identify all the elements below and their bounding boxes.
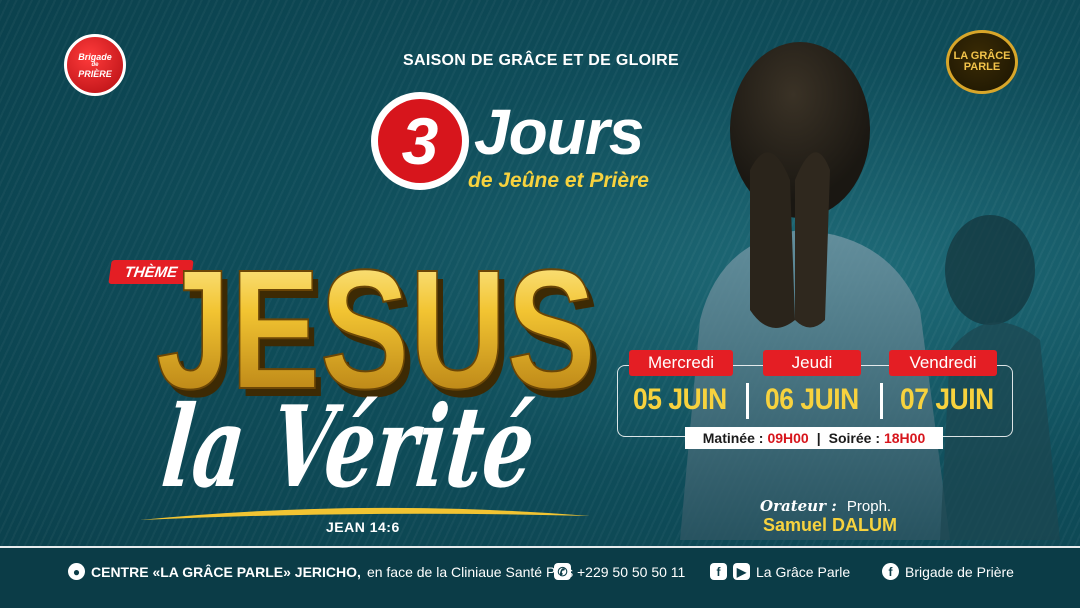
day-label-thursday: Jeudi: [763, 350, 861, 376]
footer-phone: ✆ +229 50 50 50 11: [554, 563, 685, 580]
theme-title-script: la Vérité: [157, 368, 592, 518]
season-heading: SAISON DE GRÂCE ET DE GLOIRE: [403, 52, 679, 69]
speaker-role: Proph.: [846, 498, 892, 515]
days-number: 3: [378, 99, 462, 183]
date-06-juin: 06 JUIN: [765, 383, 859, 416]
footer-bar: ● CENTRE «LA GRÂCE PARLE» JERICHO, en fa…: [0, 546, 1080, 608]
times-separator: |: [816, 430, 821, 446]
days-number-badge: 3: [371, 92, 469, 190]
location-name: CENTRE «LA GRÂCE PARLE» JERICHO,: [91, 563, 361, 580]
day-label-friday: Vendredi: [889, 350, 997, 376]
speaker-label: Orateur : Proph.: [760, 497, 891, 515]
footer-location: ● CENTRE «LA GRÂCE PARLE» JERICHO, en fa…: [68, 563, 573, 580]
facebook-icon: f: [710, 563, 727, 580]
facebook-icon: f: [882, 563, 899, 580]
speaker-name: Samuel DALUM: [763, 515, 898, 535]
phone-icon: ✆: [554, 563, 571, 580]
footer-social-brigade: f Brigade de Prière: [882, 563, 1014, 580]
location-pin-icon: ●: [68, 563, 85, 580]
speaker-label-text: Orateur :: [760, 497, 837, 515]
la-grace-parle-logo: LA GRÂCE PARLE: [946, 30, 1018, 94]
location-detail: en face de la Cliniaue Santé Plus: [366, 563, 574, 580]
phone-number: +229 50 50 50 11: [577, 563, 686, 580]
social-grace-parle: La Grâce Parle: [756, 563, 851, 580]
brigade-de-priere-logo: Brigade de PRIÈRE: [64, 34, 126, 96]
date-07-juin: 07 JUIN: [900, 383, 994, 416]
theme-title-script-text: la Vérité: [157, 382, 541, 513]
date-separator: [746, 383, 749, 419]
praying-person-photo: [620, 20, 1080, 540]
day-label-wednesday: Mercredi: [629, 350, 733, 376]
youtube-icon: ▶: [733, 563, 750, 580]
evening-label: Soirée :: [828, 430, 880, 446]
date-separator: [880, 383, 883, 419]
morning-time: 09H00: [767, 430, 809, 446]
social-brigade: Brigade de Prière: [905, 563, 1014, 580]
footer-social-grace: f ▶ La Grâce Parle: [710, 563, 850, 580]
fasting-subtitle: de Jeûne et Prière: [468, 169, 649, 192]
service-times: Matinée : 09H00 | Soirée : 18H00: [685, 427, 943, 449]
date-05-juin: 05 JUIN: [633, 383, 727, 416]
morning-label: Matinée :: [702, 430, 764, 446]
bible-verse: JEAN 14:6: [326, 519, 400, 535]
days-word: Jours: [474, 96, 644, 168]
evening-time: 18H00: [883, 430, 926, 446]
